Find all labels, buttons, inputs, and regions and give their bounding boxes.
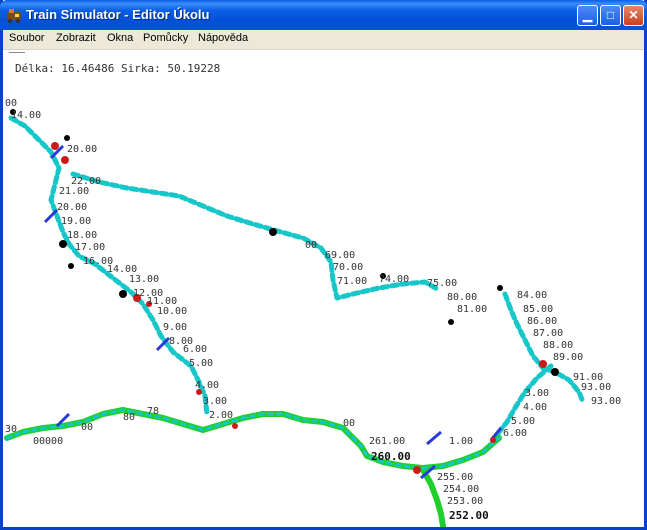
km-label: 13.00 [129,274,159,285]
window-title: Train Simulator - Editor Úkolu [26,7,210,22]
km-label: 252.00 [449,509,489,522]
km-label: 1.00 [449,436,473,447]
menu-soubor[interactable]: Soubor [9,32,44,44]
km-label: 20.00 [67,144,97,155]
km-label: 3.00 [203,396,227,407]
km-label: 5.00 [511,416,535,427]
minimize-icon: ▁ [582,8,593,22]
maximize-icon: □ [606,8,615,22]
km-label: 19.00 [61,216,91,227]
close-button[interactable]: ✕ [623,5,644,26]
km-label: 00 [81,422,93,433]
km-label: 87.00 [533,328,563,339]
application-window: Train Simulator - Editor Úkolu ▁ □ ✕ Sou… [0,0,647,530]
title-bar[interactable]: Train Simulator - Editor Úkolu ▁ □ ✕ [0,0,647,30]
menu-bar: Soubor Zobrazit Okna Pomůcky Nápověda [3,30,644,50]
km-label: 81.00 [457,304,487,315]
km-label: 3.00 [525,388,549,399]
km-label: 85.00 [523,304,553,315]
km-label: 70.00 [333,262,363,273]
km-label: 93.00 [581,382,611,393]
km-labels: 00 14.00 20.00 22.00 21.00 20.00 19.00 1… [5,98,621,522]
km-label: 4.00 [195,380,219,391]
menu-zobrazit[interactable]: Zobrazit [56,32,96,44]
menu-okna[interactable]: Okna [107,32,133,44]
km-label: 260.00 [371,450,411,463]
km-label: 9.00 [163,322,187,333]
km-label: 253.00 [447,496,483,507]
km-label: 75.00 [427,278,457,289]
km-label: 2.00 [209,410,233,421]
km-label: 10.00 [157,306,187,317]
menu-pomucky[interactable]: Pomůcky [143,32,188,44]
minimize-button[interactable]: ▁ [577,5,598,26]
km-label: 93.00 [591,396,621,407]
km-label: 14.00 [11,110,41,121]
km-label: 4.00 [523,402,547,413]
km-label: 18.00 [67,230,97,241]
km-label: 30 [5,424,17,435]
km-label: 80 [123,412,135,423]
menu-napoveda[interactable]: Nápověda [198,32,248,44]
km-label: 20.00 [57,202,87,213]
km-label: 254.00 [443,484,479,495]
train-app-icon [7,9,21,23]
km-label: 71.00 [337,276,367,287]
km-label: 00 [5,98,17,109]
km-label: 78 [147,406,159,417]
km-label: 261.00 [369,436,405,447]
km-label: 86.00 [527,316,557,327]
track-map[interactable]: 00 14.00 20.00 22.00 21.00 20.00 19.00 1… [3,50,644,527]
km-label: 255.00 [437,472,473,483]
km-label: 00000 [33,436,63,447]
km-label: 88.00 [543,340,573,351]
maximize-button[interactable]: □ [600,5,621,26]
km-label: 89.00 [553,352,583,363]
km-label: 69.00 [325,250,355,261]
km-label: 17.00 [75,242,105,253]
km-label: 5.00 [189,358,213,369]
track-segment-south[interactable] [4,407,502,471]
km-label: 84.00 [517,290,547,301]
km-label: 00 [343,418,355,429]
km-label: 21.00 [59,186,89,197]
km-label: 6.00 [183,344,207,355]
km-label: 00 [305,240,317,251]
km-label: 6.00 [503,428,527,439]
km-label: 74.00 [379,274,409,285]
km-label: 80.00 [447,292,477,303]
close-icon: ✕ [628,8,639,22]
